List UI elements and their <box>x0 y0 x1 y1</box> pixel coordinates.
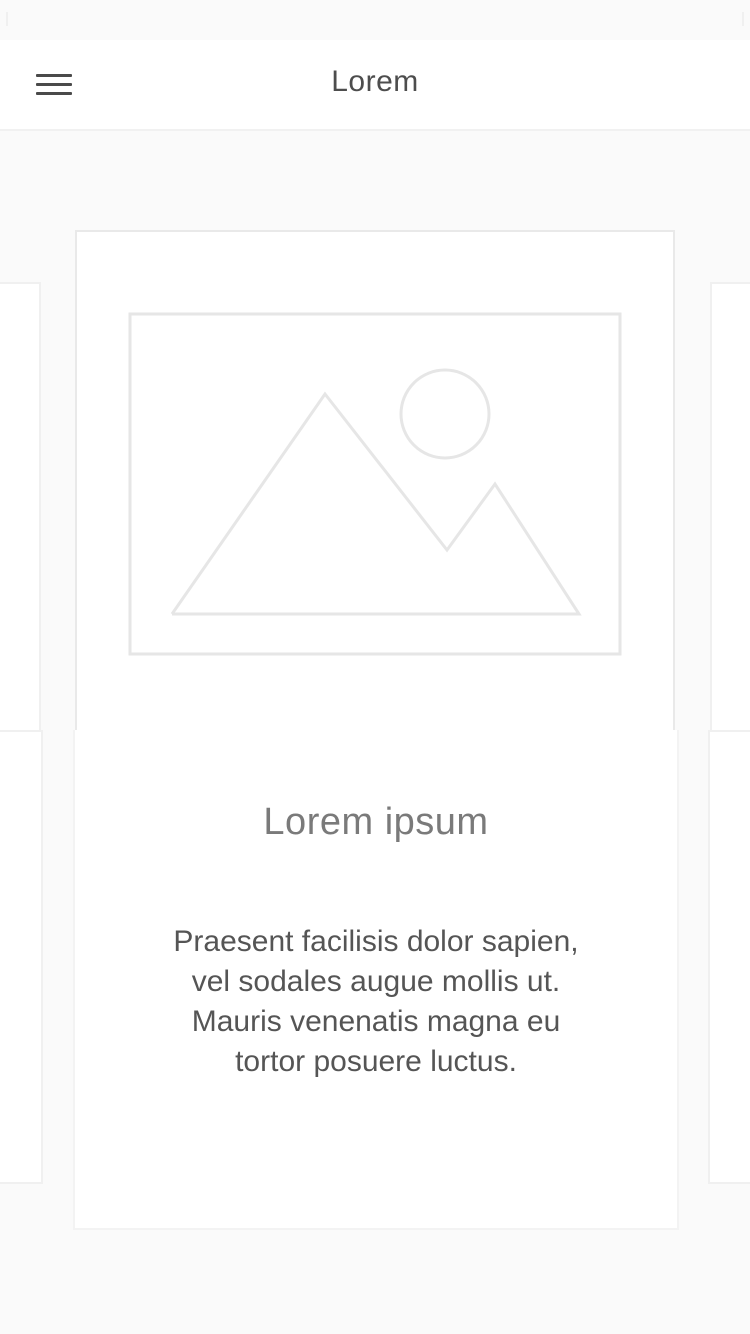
image-placeholder-icon <box>128 312 622 656</box>
status-bar-right-indicator <box>742 12 744 26</box>
card-title: Lorem ipsum <box>263 801 489 843</box>
card-description-line: vel sodales augue mollis ut. <box>191 965 561 998</box>
card-body: Lorem ipsum Praesent facilisis dolor sap… <box>73 730 679 1230</box>
status-bar-left-indicator <box>6 12 8 26</box>
previous-card-body[interactable] <box>0 730 43 1184</box>
page-title: Lorem <box>331 65 419 98</box>
card-description: Praesent facilisis dolor sapien, vel sod… <box>135 922 617 1082</box>
card-description-line: Mauris venenatis magna eu <box>191 1005 561 1038</box>
carousel-card[interactable]: Lorem ipsum Praesent facilisis dolor sap… <box>73 230 679 1230</box>
next-card-image[interactable] <box>710 282 750 732</box>
next-card-body[interactable] <box>708 730 750 1184</box>
card-image <box>75 230 675 732</box>
navigation-bar: Lorem <box>0 40 750 131</box>
card-description-line: tortor posuere luctus. <box>235 1045 517 1078</box>
previous-card-image[interactable] <box>0 282 41 732</box>
card-description-line: Praesent facilisis dolor sapien, <box>173 925 579 958</box>
app-screen: Lorem Lorem ipsum Praesent facilisis dol… <box>0 0 750 1334</box>
status-bar <box>0 0 750 40</box>
